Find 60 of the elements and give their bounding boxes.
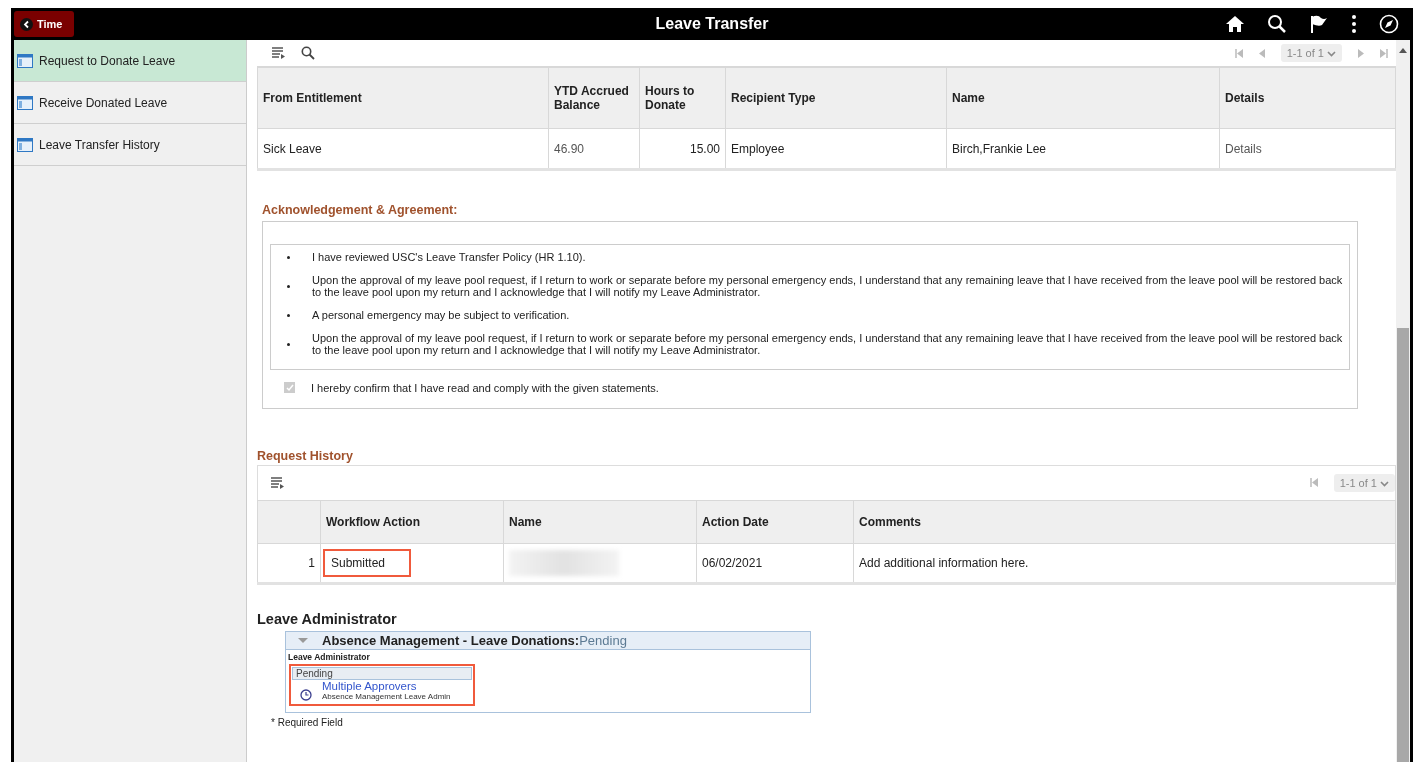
- step-status: Pending: [292, 666, 472, 680]
- confirm-label: I hereby confirm that I have read and comply with the given statements.: [311, 381, 659, 394]
- statement-text: A personal emergency may be subject to verification.: [312, 308, 570, 322]
- table-cell: Add additional information here.: [853, 543, 1396, 584]
- search-icon[interactable]: [1267, 14, 1287, 34]
- column-header: YTD Accrued Balance: [548, 67, 640, 129]
- required-field-note: * Required Field: [271, 716, 344, 728]
- bullet-icon: [287, 342, 290, 346]
- home-icon[interactable]: [1225, 15, 1245, 33]
- scroll-thumb[interactable]: [1397, 328, 1409, 762]
- role-label: Leave Administrator: [287, 650, 371, 664]
- bullet-icon: [287, 313, 290, 317]
- table-cell: Birch,Frankie Lee: [946, 128, 1220, 170]
- table-cell: 15.00: [639, 128, 726, 170]
- page-icon: [17, 95, 33, 110]
- chevron-down-icon: [1327, 51, 1336, 57]
- column-header: Details: [1219, 67, 1396, 129]
- scroll-up-icon[interactable]: [1399, 48, 1407, 53]
- column-header: Name: [503, 500, 697, 544]
- section-title: Leave Administrator: [257, 610, 398, 627]
- bullet-icon: [287, 255, 290, 259]
- statement-text: Upon the approval of my leave pool request, if I return to work or separate before my personal emergency ends, I understand that any remaining leave that I have received from the leave pool will be restored back to the leave pool upon my return and I acknowledge that I will notify my Leave Administrator.: [312, 331, 1344, 357]
- column-header: Recipient Type: [725, 67, 947, 129]
- page-icon: [17, 137, 33, 152]
- approver-link[interactable]: Multiple Approvers: [322, 679, 451, 692]
- sidebar-item[interactable]: Leave Transfer History: [14, 124, 246, 166]
- table-cell: Employee: [725, 128, 947, 170]
- approver-role: Absence Management Leave Admin: [322, 691, 451, 701]
- table-cell: Sick Leave: [257, 128, 549, 170]
- section-title: Request History: [257, 448, 354, 463]
- section-title: Acknowledgement & Agreement:: [262, 203, 459, 217]
- table-cell: 06/02/2021: [696, 543, 854, 584]
- workflow-status: Pending: [579, 632, 627, 648]
- column-header: Action Date: [696, 500, 854, 544]
- statement-text: I have reviewed USC's Leave Transfer Policy (HR 1.10).: [312, 251, 586, 264]
- column-header: Name: [946, 67, 1220, 129]
- chevron-left-icon: [20, 17, 33, 31]
- back-button[interactable]: Time: [14, 11, 75, 37]
- page-icon: [17, 53, 33, 68]
- chevron-down-icon: [1380, 480, 1389, 487]
- column-header: Workflow Action: [320, 500, 504, 544]
- grid-settings-icon[interactable]: [271, 47, 285, 59]
- grid-settings-icon[interactable]: [270, 476, 284, 489]
- column-header: Comments: [853, 500, 1396, 544]
- table-cell: Submitted: [323, 548, 412, 577]
- more-icon[interactable]: [1351, 14, 1357, 34]
- statement-text: Upon the approval of my leave pool request, if I return to work or separate before my personal emergency ends, I understand that any remaining leave that I have received from the leave pool will be restored back to the leave pool upon my return and I acknowledge that I will notify my Leave Administrator.: [312, 273, 1344, 299]
- flag-icon[interactable]: [1309, 14, 1329, 34]
- search-icon[interactable]: [301, 46, 315, 60]
- compass-icon[interactable]: [1379, 14, 1399, 34]
- table-cell: 46.90: [548, 128, 640, 170]
- workflow-title: Absence Management - Leave Donations:: [322, 632, 580, 648]
- row-number: 1: [257, 543, 321, 584]
- clock-icon: [300, 688, 312, 701]
- sidebar-item[interactable]: Receive Donated Leave: [14, 82, 246, 124]
- sidebar-item[interactable]: Request to Donate Leave: [14, 40, 246, 82]
- bullet-icon: [287, 284, 290, 288]
- column-header: From Entitlement: [257, 67, 549, 129]
- page-title: Leave Transfer: [655, 15, 769, 33]
- column-header: Hours to Donate: [639, 67, 726, 129]
